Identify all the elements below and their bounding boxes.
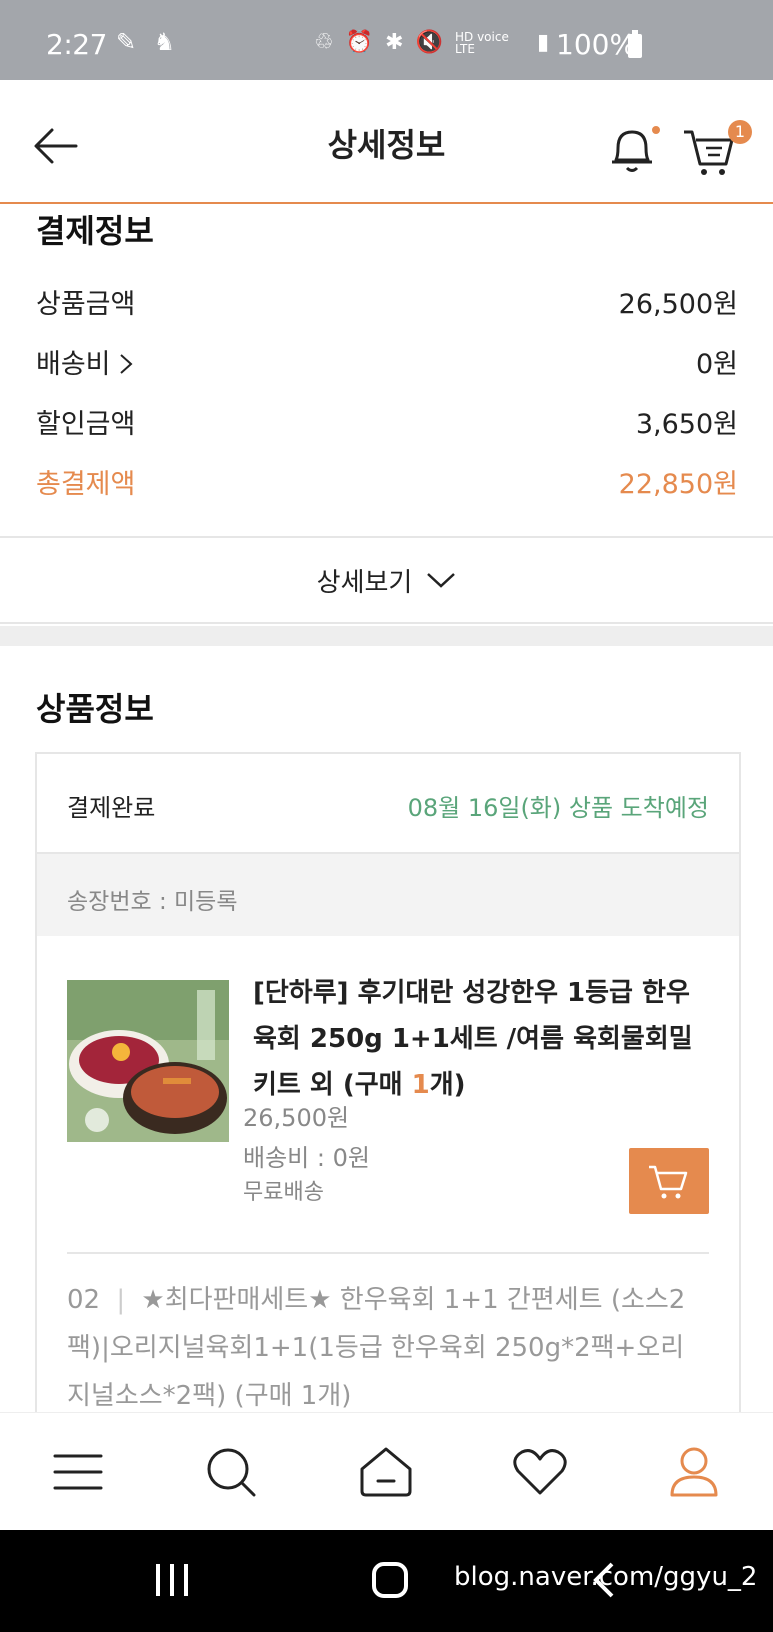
battery-percent: 100% <box>556 28 637 61</box>
divider <box>67 1252 709 1254</box>
divider <box>0 622 773 624</box>
order-status-row: 결제완료 08월 16일(화) 상품 도착예정 <box>37 754 739 854</box>
nav-menu[interactable] <box>48 1445 108 1499</box>
invoice-number: 송장번호 : 미등록 <box>67 889 238 915</box>
total-value: 22,850원 <box>618 469 738 500</box>
product-name-text: [단하루] 후기대란 성강한우 1등급 한우육회 250g 1+1세트 /여름 … <box>253 978 693 1100</box>
notification-dot <box>652 126 660 134</box>
second-product[interactable]: 02 | ★최다판매세트★ 한우육회 1+1 간편세트 (소스2팩)|오리지널육… <box>67 1276 707 1420</box>
bottom-navigation <box>0 1412 773 1531</box>
signal-icon: ▮ <box>536 30 550 55</box>
cart-icon <box>649 1165 688 1199</box>
notification-icons: ✎ ♞ <box>116 28 175 56</box>
product-amount-label: 상품금액 <box>36 289 136 320</box>
feather-icon: ✎ <box>116 28 137 56</box>
system-navigation-bar: blog.naver.com/ggyu_2 <box>0 1530 773 1632</box>
total-label: 총결제액 <box>36 469 136 500</box>
recent-apps-icon <box>156 1564 188 1596</box>
discount-value: 3,650원 <box>635 409 738 440</box>
bluetooth-icon: ✱ <box>385 30 404 55</box>
watermark: blog.naver.com/ggyu_2 <box>454 1562 758 1592</box>
chevron-down-icon <box>427 573 456 588</box>
status-bar: 2:27 ✎ ♞ ♲ ⏰ ✱ 🔇 HD voice LTE ▮ 100% <box>0 0 773 80</box>
person-icon: ♞ <box>153 28 176 56</box>
invoice-row: 송장번호 : 미등록 <box>37 854 739 936</box>
section-separator <box>0 626 773 646</box>
arrival-date: 08월 16일(화) 상품 도착예정 <box>407 794 709 822</box>
mute-icon: 🔇 <box>415 30 443 55</box>
alarm-icon: ⏰ <box>345 30 374 55</box>
recent-apps-button[interactable] <box>152 1560 192 1604</box>
home-button[interactable] <box>370 1560 410 1604</box>
nav-search[interactable] <box>202 1445 262 1499</box>
detail-view-button[interactable]: 상세보기 <box>0 538 773 622</box>
second-product-name: ★최다판매세트★ 한우육회 1+1 간편세트 (소스2팩)|오리지널육회1+1(… <box>67 1285 686 1411</box>
user-icon <box>670 1447 718 1497</box>
nav-home[interactable] <box>356 1445 416 1499</box>
second-product-index: 02 <box>67 1285 101 1315</box>
product-price: 26,500원 <box>243 1104 350 1132</box>
menu-icon <box>53 1454 103 1490</box>
order-status: 결제완료 <box>67 794 156 822</box>
shipping-fee-value: 0원 <box>695 349 738 380</box>
order-card: 결제완료 08월 16일(화) 상품 도착예정 송장번호 : 미등록 [단하루]… <box>35 752 741 1414</box>
add-to-cart-button[interactable] <box>629 1148 709 1214</box>
search-icon <box>207 1448 256 1497</box>
discount-label: 할인금액 <box>36 409 136 440</box>
app-header: 상세정보 1 <box>0 80 773 204</box>
product-amount-value: 26,500원 <box>618 289 738 320</box>
nav-wishlist[interactable] <box>510 1445 570 1499</box>
system-icons: ♲ ⏰ ✱ 🔇 HD voice LTE ▮ <box>314 30 549 55</box>
product-shipping: 배송비 : 0원 <box>243 1144 370 1172</box>
product-name[interactable]: [단하루] 후기대란 성강한우 1등급 한우육회 250g 1+1세트 /여름 … <box>253 970 703 1108</box>
shipping-fee-link[interactable]: 배송비 <box>36 342 133 381</box>
product-name-suffix: 개) <box>429 1070 466 1100</box>
home-square-icon <box>372 1562 408 1598</box>
status-time: 2:27 <box>46 28 107 61</box>
product-section-title: 상품정보 <box>36 690 154 728</box>
separator: | <box>116 1285 126 1315</box>
nav-mypage[interactable] <box>664 1445 724 1499</box>
home-icon <box>360 1447 412 1497</box>
shipping-note: 무료배송 <box>243 1180 324 1205</box>
recycle-icon: ♲ <box>314 30 334 55</box>
shipping-fee-label: 배송비 <box>36 349 120 380</box>
product-qty: 1 <box>411 1070 430 1100</box>
detail-view-label: 상세보기 <box>316 567 413 598</box>
product-thumbnail[interactable] <box>67 980 229 1142</box>
payment-section-title: 결제정보 <box>36 212 154 250</box>
cart-count-badge: 1 <box>728 120 752 144</box>
battery-icon <box>628 30 642 58</box>
bell-icon <box>612 130 652 172</box>
product-image <box>67 980 229 1142</box>
chevron-right-icon <box>120 354 133 374</box>
network-label: HD voice LTE <box>454 29 509 56</box>
heart-icon <box>513 1449 567 1495</box>
